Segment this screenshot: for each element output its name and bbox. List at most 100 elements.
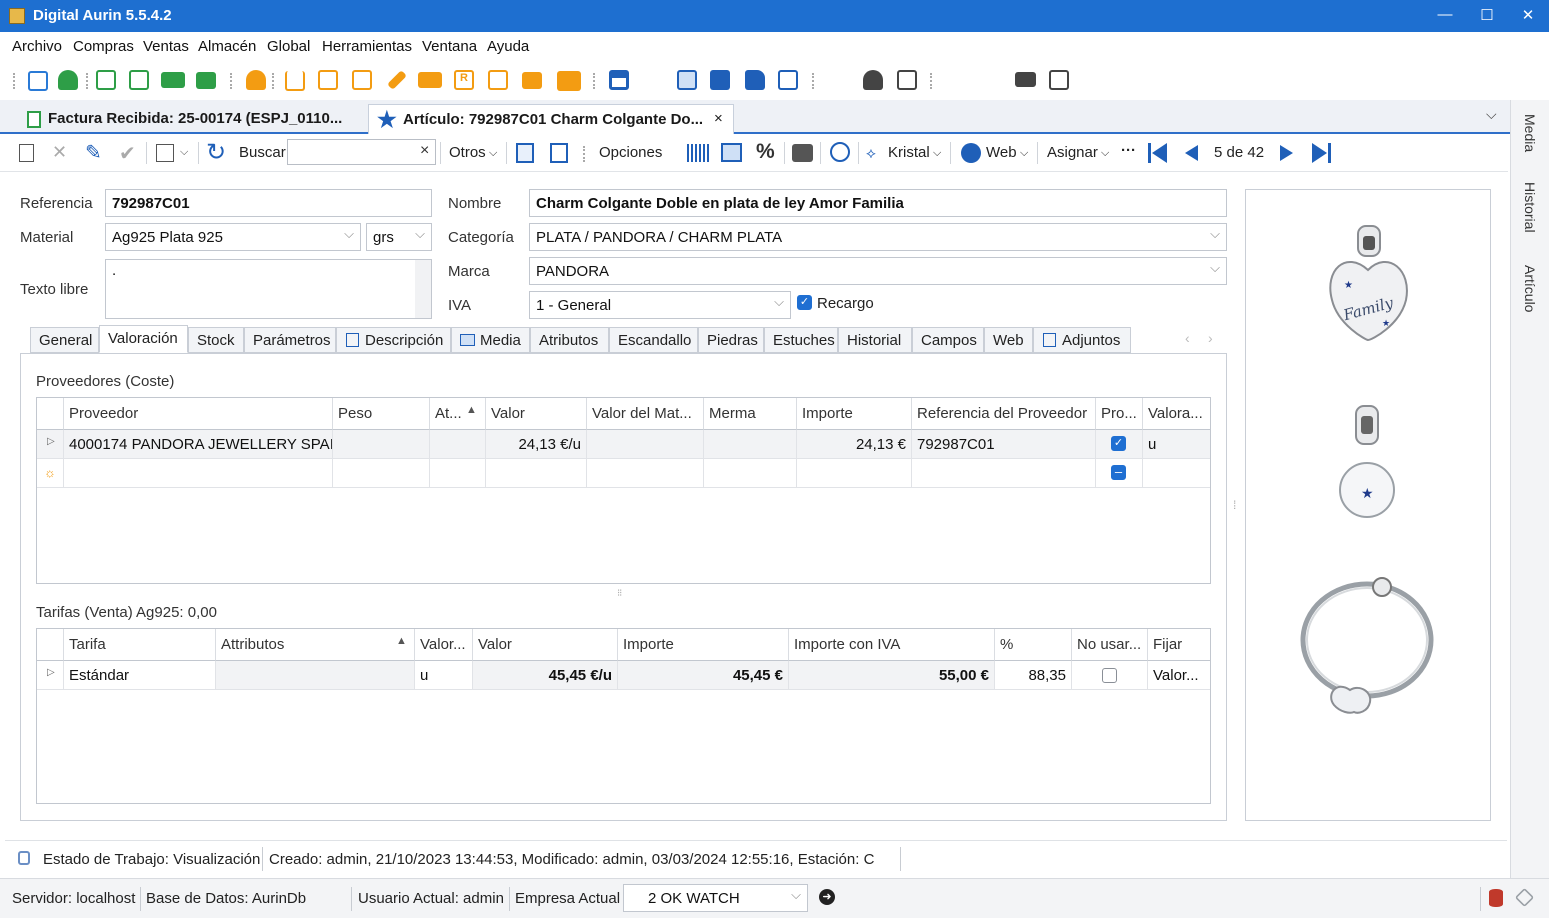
tab-close-icon[interactable]: × (714, 110, 723, 127)
tab-escandallo[interactable]: Escandallo (609, 327, 698, 353)
tabs-scroll-right-icon[interactable]: › (1208, 330, 1213, 346)
cell-valor-unidad[interactable]: u (415, 661, 473, 690)
cell-atributos[interactable] (216, 661, 415, 690)
empresa-select[interactable]: 2 OK WATCH (623, 884, 808, 912)
timer-icon[interactable] (830, 142, 850, 162)
document-icon[interactable] (129, 70, 149, 90)
box-icon[interactable] (745, 70, 765, 90)
scrollbar[interactable] (415, 260, 431, 318)
col-at[interactable]: At... ▲ (430, 398, 486, 430)
save-check-icon[interactable]: ✔ (119, 141, 136, 166)
menu-archivo[interactable]: Archivo (12, 38, 62, 55)
menu-compras[interactable]: Compras (73, 38, 134, 55)
cell-at[interactable] (430, 459, 486, 488)
mail-icon[interactable] (1015, 72, 1036, 87)
cell-porcentaje[interactable]: 88,35 (995, 661, 1072, 690)
tab-general[interactable]: General (30, 327, 99, 353)
barcode-icon[interactable] (687, 144, 709, 162)
no-usar-checkbox[interactable] (1102, 668, 1117, 683)
col-proveedor[interactable]: Proveedor (64, 398, 333, 430)
more-button[interactable]: ··· (1121, 142, 1136, 159)
cell-valor[interactable]: 45,45 €/u (473, 661, 618, 690)
percent-icon[interactable]: % (756, 140, 775, 164)
product-image-charm-star[interactable]: ★ (1339, 405, 1395, 518)
cell-referencia-proveedor[interactable]: 792987C01 (912, 430, 1096, 459)
cell-valor[interactable] (486, 459, 587, 488)
tab-historial[interactable]: Historial (838, 327, 912, 353)
tab-atributos[interactable]: Atributos (530, 327, 609, 353)
cell-no-usar[interactable] (1072, 661, 1148, 690)
vertical-splitter-grip[interactable]: ⁞ (1233, 498, 1236, 512)
chevron-down-icon[interactable]: ⌵ (180, 146, 188, 159)
previous-record-icon[interactable] (1185, 145, 1198, 161)
referencia-field[interactable]: 792987C01 (105, 189, 432, 217)
cell-fijar[interactable]: Valor... (1148, 661, 1210, 690)
image-edit-icon[interactable] (721, 143, 742, 162)
maximize-icon[interactable]: ☐ (1472, 6, 1502, 24)
cell-tarifa[interactable]: Estándar (64, 661, 216, 690)
texto-libre-field[interactable]: . (105, 259, 432, 319)
exchange-icon[interactable] (557, 71, 581, 91)
image-icon[interactable] (677, 70, 697, 90)
tab-factura-recibida[interactable]: Factura Recibida: 25-00174 (ESPJ_0110... (20, 104, 360, 134)
menu-herramientas[interactable]: Herramientas (322, 38, 412, 55)
page-icon[interactable] (352, 70, 372, 90)
col-valor-material[interactable]: Valor del Mat... (587, 398, 704, 430)
form-view-icon[interactable] (550, 143, 568, 163)
delete-icon[interactable]: ✕ (52, 142, 67, 163)
splitter-grip[interactable]: ⁝⁝ (617, 588, 622, 599)
edit-icon[interactable]: ✎ (85, 140, 102, 165)
database-icon[interactable] (1489, 889, 1503, 907)
col-importe-iva[interactable]: Importe con IVA (789, 629, 995, 661)
delivery-truck-icon[interactable] (418, 72, 442, 88)
cell-principal[interactable]: ✓ (1096, 430, 1143, 459)
kristal-button[interactable]: Kristal (888, 144, 930, 161)
recargo-checkbox[interactable]: ✓ (797, 295, 812, 310)
printer-icon[interactable] (792, 144, 813, 162)
cell-valoracion[interactable]: u (1143, 430, 1210, 459)
asignar-button[interactable]: Asignar (1047, 144, 1098, 161)
wrench-icon[interactable] (387, 70, 407, 90)
search-input[interactable]: × (287, 139, 436, 165)
close-icon[interactable]: ✕ (1513, 6, 1543, 24)
col-valoracion[interactable]: Valora... (1143, 398, 1210, 430)
cell-merma[interactable] (704, 459, 797, 488)
briefcase-icon[interactable] (196, 72, 216, 89)
menu-global[interactable]: Global (267, 38, 310, 55)
web-button[interactable]: Web (986, 144, 1017, 161)
cell-at[interactable] (430, 430, 486, 459)
row-expand-icon[interactable]: ▷ (37, 430, 64, 459)
menu-ventana[interactable]: Ventana (422, 38, 477, 55)
col-principal[interactable]: Pro... (1096, 398, 1143, 430)
list-icon[interactable] (897, 70, 917, 90)
principal-checkbox[interactable]: ✓ (1111, 436, 1126, 451)
categoria-select[interactable]: PLATA / PANDORA / CHARM PLATA (529, 223, 1227, 251)
receipt-icon[interactable]: R (454, 70, 474, 90)
first-record-icon[interactable] (1148, 143, 1168, 163)
side-tab-historial[interactable]: Historial (1522, 182, 1538, 233)
tab-piedras[interactable]: Piedras (698, 327, 764, 353)
side-tab-articulo[interactable]: Artículo (1522, 265, 1538, 312)
col-no-usar[interactable]: No usar... (1072, 629, 1148, 661)
minimize-icon[interactable]: — (1430, 6, 1460, 23)
print-preview-icon[interactable] (156, 144, 174, 162)
cell-valoracion[interactable] (1143, 459, 1210, 488)
nombre-field[interactable]: Charm Colgante Doble en plata de ley Amo… (529, 189, 1227, 217)
col-peso[interactable]: Peso (333, 398, 430, 430)
col-tarifa[interactable]: Tarifa (64, 629, 216, 661)
otros-button[interactable]: Otros (449, 144, 486, 161)
col-atributos[interactable]: Attributos ▲ (216, 629, 415, 661)
cell-peso[interactable] (333, 430, 430, 459)
cell-valor[interactable]: 24,13 €/u (486, 430, 587, 459)
tabs-scroll-left-icon[interactable]: ‹ (1185, 330, 1190, 346)
cell-importe[interactable] (797, 459, 912, 488)
col-valor[interactable]: Valor (486, 398, 587, 430)
menu-ventas[interactable]: Ventas (143, 38, 189, 55)
cart-icon[interactable] (285, 71, 305, 91)
cell-valor-material[interactable] (587, 430, 704, 459)
checklist-icon[interactable] (1049, 70, 1069, 90)
col-valor-unidad[interactable]: Valor... (415, 629, 473, 661)
new-icon[interactable] (19, 144, 34, 162)
case-icon[interactable] (522, 72, 542, 89)
col-importe[interactable]: Importe (797, 398, 912, 430)
